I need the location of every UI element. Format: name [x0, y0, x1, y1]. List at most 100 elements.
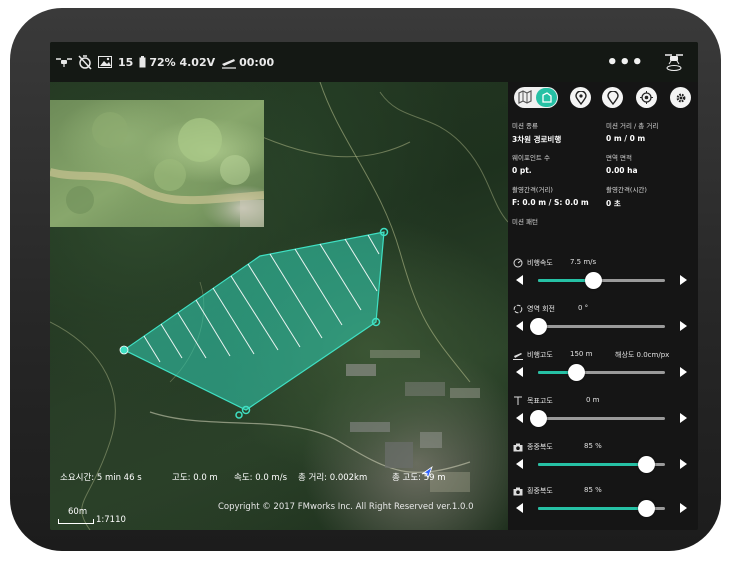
flight-time: 00:00 — [239, 55, 275, 69]
waypoint-edit-button[interactable] — [602, 87, 623, 108]
battery-status: 72% 4.02V — [149, 55, 216, 69]
waypoint-add-button[interactable] — [570, 87, 591, 108]
slider-value: 150 m — [570, 350, 593, 358]
decrease-arrow-icon[interactable] — [516, 321, 523, 331]
camera-feed-image — [50, 112, 264, 227]
map-icon — [518, 90, 532, 106]
mission-panel: 미션 종류 3차원 경로비행 미션 거리 / 총 거리 0 m / 0 m 웨이… — [508, 82, 698, 530]
slider-label: 비행속도 — [527, 259, 553, 267]
slider-fill — [538, 507, 646, 510]
slider-value: 85 % — [584, 486, 602, 494]
decrease-arrow-icon[interactable] — [516, 503, 523, 513]
slider-label: 목표고도 — [527, 397, 553, 405]
mission-pattern-label: 미션 패턴 — [512, 218, 538, 226]
map-mode-toggle[interactable] — [514, 87, 558, 108]
slider-thumb[interactable] — [568, 364, 586, 381]
increase-arrow-icon[interactable] — [680, 413, 687, 423]
slider-label: 횡중복도 — [527, 487, 553, 495]
decrease-arrow-icon[interactable] — [516, 413, 523, 423]
mission-type-value: 3차원 경로비행 — [512, 135, 562, 144]
panel-toolbar — [508, 82, 698, 112]
drone-settings-icon[interactable] — [664, 52, 684, 72]
locate-button[interactable] — [636, 87, 657, 108]
app-screen: 15 72% 4.02V 00:00 ••• 소요시간: 5 min 46 s … — [50, 42, 698, 530]
mission-distance-label: 미션 거리 / 총 거리 — [606, 122, 659, 130]
slider-front-overlap: 종중복도 85 % — [508, 442, 698, 486]
slider-fill — [538, 463, 646, 466]
slider-thumb[interactable] — [530, 318, 547, 335]
waypoint-count-label: 웨이포인트 수 — [512, 154, 550, 162]
slider-label: 영역 회전 — [527, 305, 555, 313]
camera-icon — [513, 486, 523, 496]
resolution-value: 해상도 0.0cm/px — [615, 351, 670, 359]
slider-thumb[interactable] — [530, 410, 547, 427]
slider-value: 0 ° — [578, 304, 589, 312]
stat-altitude: 고도: 0.0 m — [172, 473, 218, 483]
slider-track[interactable] — [538, 500, 665, 517]
slider-side-overlap: 횡중복도 85 % — [508, 486, 698, 530]
scale-bar — [58, 519, 94, 524]
tablet-frame: 15 72% 4.02V 00:00 ••• 소요시간: 5 min 46 s … — [10, 8, 721, 551]
interval-distance-label: 촬영간격(거리) — [512, 186, 553, 194]
increase-arrow-icon[interactable] — [680, 275, 687, 285]
status-bar: 15 72% 4.02V 00:00 ••• — [50, 42, 698, 82]
interval-distance-value: F: 0.0 m / S: 0.0 m — [512, 198, 589, 207]
stat-duration: 소요시간: 5 min 46 s — [60, 473, 142, 483]
scale-distance: 60m — [68, 507, 88, 517]
slider-label: 종중복도 — [527, 443, 553, 451]
target-altitude-icon — [513, 396, 523, 406]
slider-area-rotation: 영역 회전 0 ° — [508, 304, 698, 348]
copyright-text: Copyright © 2017 FMworks Inc. All Right … — [218, 502, 474, 512]
battery-icon — [139, 56, 146, 68]
camera-preview[interactable] — [50, 100, 264, 227]
camera-icon — [513, 442, 523, 452]
decrease-arrow-icon[interactable] — [516, 275, 523, 285]
stat-speed: 속도: 0.0 m/s — [234, 473, 287, 483]
pin-icon — [574, 90, 587, 105]
scale-ratio: 1:7110 — [96, 515, 126, 525]
interval-time-value: 0 초 — [606, 199, 621, 208]
slider-label: 비행고도 — [527, 351, 553, 359]
rotate-icon — [513, 304, 523, 314]
increase-arrow-icon[interactable] — [680, 459, 687, 469]
satellite-map[interactable]: 소요시간: 5 min 46 s 고도: 0.0 m 속도: 0.0 m/s 총… — [50, 82, 508, 530]
increase-arrow-icon[interactable] — [680, 367, 687, 377]
survey-area-polygon — [119, 227, 389, 419]
slider-thumb[interactable] — [584, 272, 602, 289]
mission-type-label: 미션 종류 — [512, 122, 538, 130]
interval-time-label: 촬영간격(시간) — [606, 186, 647, 194]
slider-target-altitude: 목표고도 0 m — [508, 396, 698, 440]
slider-track[interactable] — [530, 318, 665, 335]
slider-track[interactable] — [530, 410, 665, 427]
more-menu-button[interactable]: ••• — [606, 52, 644, 73]
slider-value: 7.5 m/s — [570, 258, 597, 266]
settings-button[interactable] — [670, 87, 691, 108]
waypoint-count-value: 0 pt. — [512, 166, 532, 175]
takeoff-timer-icon — [221, 56, 237, 69]
stat-total-distance: 총 거리: 0.002km — [298, 473, 368, 483]
slider-track[interactable] — [538, 364, 665, 381]
slider-thumb[interactable] — [637, 500, 655, 517]
area-mode-icon — [536, 88, 557, 107]
speedometer-icon — [513, 258, 523, 268]
area-label: 면역 면적 — [606, 154, 632, 162]
area-value: 0.00 ha — [606, 166, 638, 175]
drone-icon — [56, 56, 72, 68]
slider-value: 85 % — [584, 442, 602, 450]
increase-arrow-icon[interactable] — [680, 503, 687, 513]
decrease-arrow-icon[interactable] — [516, 459, 523, 469]
photo-icon — [98, 56, 112, 68]
slider-thumb[interactable] — [637, 456, 655, 473]
crosshair-icon — [640, 91, 653, 104]
decrease-arrow-icon[interactable] — [516, 367, 523, 377]
slider-track[interactable] — [538, 456, 665, 473]
slider-value: 0 m — [586, 396, 600, 404]
timer-off-icon — [78, 54, 92, 70]
photo-count: 15 — [118, 55, 134, 69]
plane-altitude-icon — [513, 350, 523, 360]
slider-track[interactable] — [538, 272, 665, 289]
slider-flight-speed: 비행속도 7.5 m/s — [508, 258, 698, 302]
increase-arrow-icon[interactable] — [680, 321, 687, 331]
stat-total-altitude: 총 고도: 59 m — [392, 473, 446, 483]
mission-distance-value: 0 m / 0 m — [606, 134, 646, 143]
